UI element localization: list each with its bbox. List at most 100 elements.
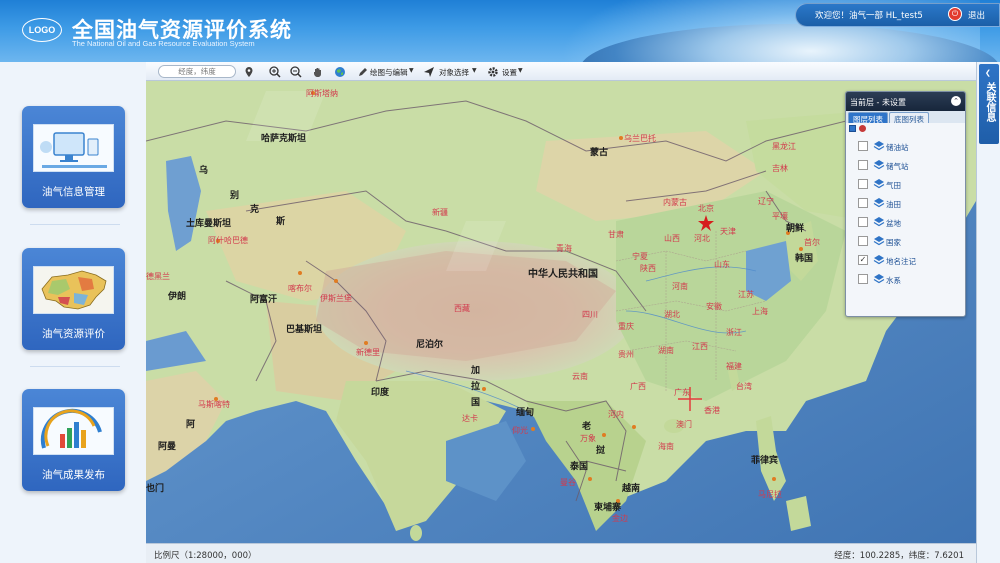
app-logo: LOGO [22, 18, 62, 42]
map-label-country: 蒙古 [590, 148, 609, 158]
map-label-place: 马尼拉 [758, 490, 782, 499]
map-toolbar: 绘图与编辑 ▼ 对象选择 ▼ 设置 ▼ [146, 62, 976, 81]
globe-icon[interactable] [333, 65, 346, 78]
chevron-down-icon[interactable]: ▼ [518, 67, 523, 74]
map-label-country: 泰国 [570, 462, 589, 472]
locate-pin-icon[interactable] [242, 65, 255, 78]
chevron-down-icon[interactable]: ▼ [409, 67, 414, 74]
status-bar: 比例尺（1:28000，000） 经度：100.2285，纬度：7.6201 [146, 543, 976, 563]
coordinate-search-input[interactable] [158, 65, 236, 78]
welcome-text: 欢迎您！油气一部 HL_test5 [815, 11, 923, 21]
pan-hand-icon[interactable] [311, 65, 324, 78]
zoom-in-icon[interactable] [268, 65, 281, 78]
app-header: LOGO 全国油气资源评价系统 The National Oil and Gas… [0, 0, 1000, 62]
object-select-menu[interactable]: 对象选择 [439, 67, 469, 78]
map-label-place: 德黑兰 [146, 272, 170, 281]
layer-row[interactable]: 储油站 [846, 137, 965, 156]
layer-checkbox[interactable] [858, 141, 868, 151]
layer-row[interactable]: 水系 [846, 270, 965, 289]
layer-row[interactable]: 国家 [846, 232, 965, 251]
app-subtitle: The National Oil and Gas Resource Evalua… [72, 39, 255, 48]
map-label-place: 河内 [608, 410, 624, 419]
computer-monitor-icon [33, 124, 114, 172]
map-label-country: 尼泊尔 [416, 340, 444, 350]
map-label-place: 山东 [714, 260, 730, 269]
layer-checkbox[interactable] [858, 274, 868, 284]
map-label-place: 湖北 [664, 310, 680, 319]
map-label-place: 四川 [582, 310, 598, 319]
layer-panel-header: 当前层 - 未设置 ⌃ [846, 92, 965, 111]
map-label-place: 内蒙古 [663, 198, 687, 207]
map-label-place: 江苏 [738, 290, 754, 299]
layer-row[interactable]: ✓ 地名注记 [846, 251, 965, 270]
map-label-place: 海南 [658, 442, 674, 451]
related-info-tab[interactable]: ❮ 关联信息 [979, 64, 999, 144]
map-label-country: 加 [471, 366, 481, 376]
layer-row[interactable]: 储气站 [846, 156, 965, 175]
coordinate-readout: 经度：100.2285，纬度：7.6201 [834, 551, 964, 561]
map-label-place: 西藏 [454, 304, 470, 313]
layer-checkbox[interactable] [858, 198, 868, 208]
zoom-out-icon[interactable] [289, 65, 302, 78]
pencil-icon[interactable] [356, 65, 369, 78]
collapse-icon[interactable]: ⌃ [951, 96, 961, 106]
map-label-place: 贵州 [618, 350, 634, 359]
expand-all-icon[interactable] [849, 125, 856, 132]
map-label-place: 河北 [694, 234, 710, 243]
nav-card-results-publish[interactable]: 油气成果发布 [22, 389, 125, 491]
map-label-country: 乌 [199, 166, 209, 176]
layer-checkbox[interactable] [858, 179, 868, 189]
tab-basemap-list[interactable]: 底图列表 [889, 112, 929, 124]
map-label-place: 新德里 [356, 348, 380, 357]
map-label-place: 首尔 [804, 238, 820, 247]
map-label-country: 老 [582, 422, 592, 432]
map-label-place: 香港 [704, 406, 720, 415]
chevron-down-icon[interactable]: ▼ [472, 67, 477, 74]
map-label-place: 阿什哈巴德 [208, 236, 248, 245]
map-label-place: 安徽 [706, 302, 722, 311]
map-label-country: 别 [230, 191, 240, 201]
settings-menu[interactable]: 设置 [502, 67, 517, 78]
scale-readout: 比例尺（1:28000，000） [154, 551, 257, 561]
layer-row[interactable]: 气田 [846, 175, 965, 194]
nav-card-resource-evaluation[interactable]: 油气资源评价 [22, 248, 125, 350]
layer-panel-title: 当前层 - 未设置 [850, 98, 906, 107]
arrow-select-icon[interactable] [422, 65, 435, 78]
layer-checkbox[interactable] [858, 236, 868, 246]
side-panel: ❮ 关联信息 [976, 62, 1000, 563]
layer-label: 油田 [886, 200, 901, 209]
layer-checkbox[interactable] [858, 160, 868, 170]
map-label-place: 宁夏 [632, 252, 648, 261]
map-label-country: 阿 [186, 420, 196, 430]
layer-row[interactable]: 盆地 [846, 213, 965, 232]
remove-icon[interactable] [859, 125, 866, 132]
map-label-country: 伊朗 [168, 292, 187, 302]
map-label-place: 黑龙江 [772, 142, 796, 151]
draw-edit-menu[interactable]: 绘图与编辑 [370, 67, 408, 78]
map-label-place: 仰光 [512, 426, 528, 435]
layer-panel-tabs: 图层列表 底图列表 [846, 111, 965, 124]
nav-card-label: 油气信息管理 [42, 186, 105, 198]
map-label-place: 北京 [698, 204, 714, 213]
tab-layer-list[interactable]: 图层列表 [848, 112, 888, 124]
gear-icon[interactable] [486, 65, 499, 78]
map-label-country: 阿富汗 [250, 295, 278, 305]
layer-label: 储气站 [886, 162, 909, 171]
nav-divider [30, 366, 120, 367]
nav-card-info-management[interactable]: 油气信息管理 [22, 106, 125, 208]
map-label-country: 越南 [622, 484, 641, 494]
layer-label: 气田 [886, 181, 901, 190]
layer-row[interactable]: 油田 [846, 194, 965, 213]
layer-checkbox[interactable] [858, 217, 868, 227]
map-label-country: 巴基斯坦 [286, 325, 323, 335]
map-label-place: 甘肃 [608, 230, 624, 239]
power-icon[interactable]: ⏻ [948, 7, 962, 21]
layer-checkbox[interactable]: ✓ [858, 255, 868, 265]
logout-button[interactable]: 退出 [968, 9, 985, 21]
layers-icon [873, 254, 885, 266]
map-label-place: 伊斯兰堡 [320, 294, 352, 303]
map-label-country: 挝 [596, 446, 606, 456]
map-label-place: 万象 [580, 434, 596, 443]
chevron-left-icon: ❮ [985, 69, 991, 77]
map-label-country: 柬埔寨 [594, 503, 622, 513]
